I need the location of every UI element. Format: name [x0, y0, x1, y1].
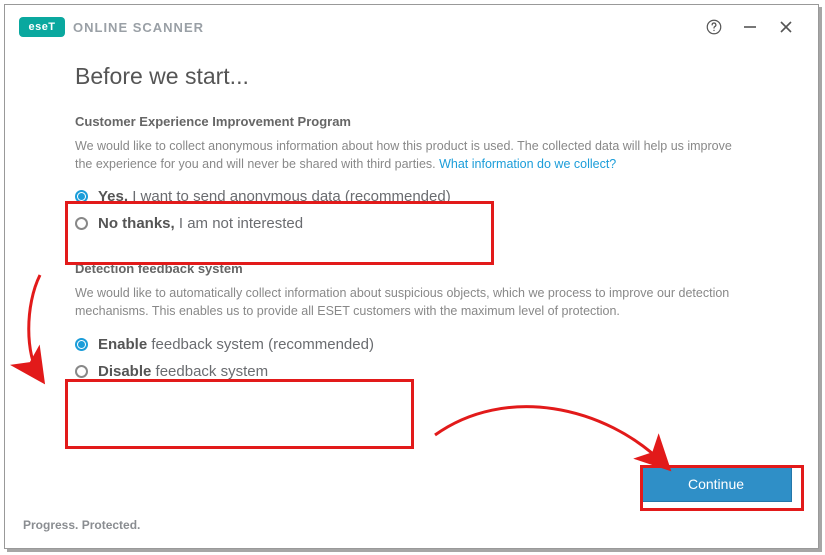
- titlebar: eseT ONLINE SCANNER: [5, 5, 818, 49]
- dfs-enable-label: Enable feedback system (recommended): [98, 336, 374, 353]
- ceip-no-option[interactable]: No thanks, I am not interested: [75, 210, 748, 237]
- dfs-disable-bold: Disable: [98, 363, 151, 380]
- dfs-disable-rest: feedback system: [151, 363, 268, 380]
- footer-tagline: Progress. Protected.: [23, 518, 140, 532]
- ceip-yes-bold: Yes,: [98, 188, 128, 205]
- dfs-options: Enable feedback system (recommended) Dis…: [75, 331, 748, 385]
- radio-unselected-icon: [75, 217, 88, 230]
- continue-button[interactable]: Continue: [640, 466, 792, 502]
- ceip-yes-option[interactable]: Yes, I want to send anonymous data (reco…: [75, 183, 748, 210]
- brand-logo: eseT ONLINE SCANNER: [19, 17, 204, 37]
- ceip-yes-label: Yes, I want to send anonymous data (reco…: [98, 188, 451, 205]
- dfs-enable-option[interactable]: Enable feedback system (recommended): [75, 331, 748, 358]
- app-window: eseT ONLINE SCANNER Before we start... C…: [4, 4, 819, 549]
- annotation-highlight: [65, 379, 414, 449]
- ceip-no-label: No thanks, I am not interested: [98, 215, 303, 232]
- dfs-title: Detection feedback system: [75, 261, 748, 276]
- ceip-yes-rest: I want to send anonymous data (recommend…: [128, 188, 451, 205]
- radio-selected-icon: [75, 338, 88, 351]
- ceip-title: Customer Experience Improvement Program: [75, 114, 748, 129]
- brand-badge: eseT: [19, 17, 65, 37]
- close-button[interactable]: [768, 9, 804, 45]
- minimize-button[interactable]: [732, 9, 768, 45]
- brand-name: ONLINE SCANNER: [73, 20, 204, 35]
- radio-selected-icon: [75, 190, 88, 203]
- help-button[interactable]: [696, 9, 732, 45]
- dfs-enable-bold: Enable: [98, 336, 147, 353]
- ceip-options: Yes, I want to send anonymous data (reco…: [75, 183, 748, 237]
- content-area: Before we start... Customer Experience I…: [5, 49, 818, 385]
- ceip-description: We would like to collect anonymous infor…: [75, 137, 748, 173]
- close-icon: [779, 20, 793, 34]
- dfs-disable-option[interactable]: Disable feedback system: [75, 358, 748, 385]
- ceip-info-link[interactable]: What information do we collect?: [439, 157, 616, 171]
- radio-unselected-icon: [75, 365, 88, 378]
- ceip-section: Customer Experience Improvement Program …: [75, 114, 748, 237]
- dfs-disable-label: Disable feedback system: [98, 363, 268, 380]
- dfs-description: We would like to automatically collect i…: [75, 284, 748, 320]
- ceip-no-rest: I am not interested: [175, 215, 303, 232]
- help-icon: [705, 18, 723, 36]
- dfs-enable-rest: feedback system (recommended): [147, 336, 374, 353]
- page-title: Before we start...: [75, 63, 748, 90]
- ceip-no-bold: No thanks,: [98, 215, 175, 232]
- minimize-icon: [743, 20, 757, 34]
- ceip-desc-text: We would like to collect anonymous infor…: [75, 139, 732, 171]
- dfs-section: Detection feedback system We would like …: [75, 261, 748, 384]
